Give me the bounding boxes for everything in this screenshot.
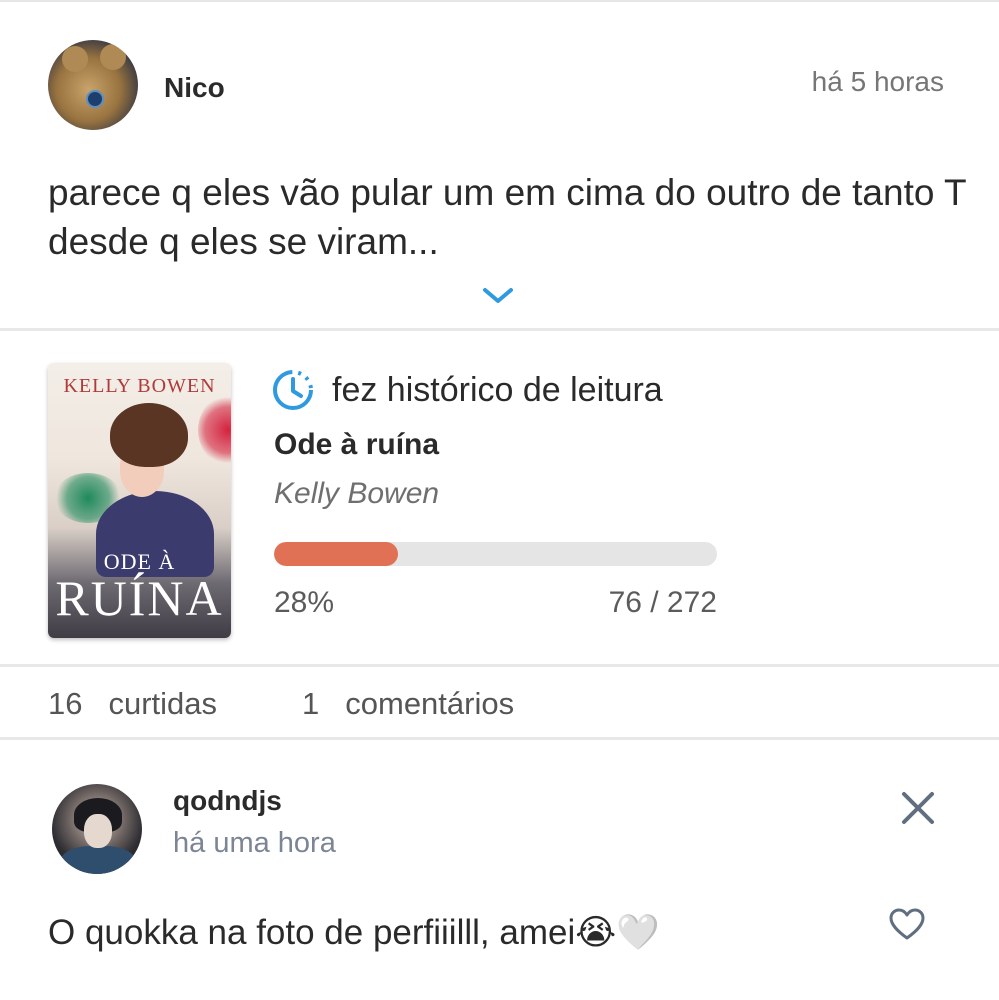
avatar-face xyxy=(84,814,112,848)
avatar-jacket xyxy=(60,846,136,874)
comment-emojis: 😭🤍 xyxy=(575,913,660,953)
comment-timestamp: há uma hora xyxy=(173,827,336,859)
section-divider xyxy=(0,664,999,667)
book-title[interactable]: Ode à ruína xyxy=(274,428,439,462)
book-cover[interactable]: KELLY BOWEN ODE À RUÍNA xyxy=(48,363,231,638)
comment-body: O quokka na foto de perfiiilll, amei xyxy=(48,913,576,952)
cover-art-splash-red xyxy=(198,395,231,465)
progress-percent: 28% xyxy=(274,586,335,619)
reading-progress-fill xyxy=(274,542,399,566)
activity-label: fez histórico de leitura xyxy=(332,371,663,409)
avatar-ear-left xyxy=(62,46,88,72)
comments-stat[interactable]: 1 comentários xyxy=(302,686,514,722)
comments-count: 1 xyxy=(302,686,320,721)
avatar-eye xyxy=(86,90,104,108)
history-clock-icon xyxy=(273,370,313,410)
section-divider xyxy=(0,328,999,331)
post-author-name[interactable]: Nico xyxy=(164,72,225,104)
progress-pages: 76 / 272 xyxy=(608,586,717,619)
likes-count: 16 xyxy=(48,686,83,721)
avatar[interactable] xyxy=(48,40,138,130)
avatar-ear-right xyxy=(100,44,126,70)
close-icon[interactable] xyxy=(898,788,938,828)
post-timestamp: há 5 horas xyxy=(811,66,944,97)
comment-text: O quokka na foto de perfiiilll, amei😭🤍 xyxy=(48,912,660,953)
chevron-down-icon[interactable] xyxy=(481,285,515,305)
section-divider xyxy=(0,737,999,740)
post-header: Nico há 5 horas xyxy=(0,0,999,160)
cover-title-line2: RUÍNA xyxy=(55,570,224,626)
reading-progress-bar xyxy=(274,542,717,566)
likes-stat[interactable]: 16 curtidas xyxy=(48,686,217,722)
comment-avatar[interactable] xyxy=(52,784,142,874)
likes-label: curtidas xyxy=(108,686,218,721)
cover-author-text: KELLY BOWEN xyxy=(63,375,216,397)
comment-author-name[interactable]: qodndjs xyxy=(173,785,282,817)
cover-art-hair xyxy=(110,403,188,467)
post-text: parece q eles vão pular um em cima do ou… xyxy=(48,172,966,262)
comments-label: comentários xyxy=(345,686,515,721)
book-author[interactable]: Kelly Bowen xyxy=(274,477,439,511)
heart-outline-icon[interactable] xyxy=(888,906,926,944)
